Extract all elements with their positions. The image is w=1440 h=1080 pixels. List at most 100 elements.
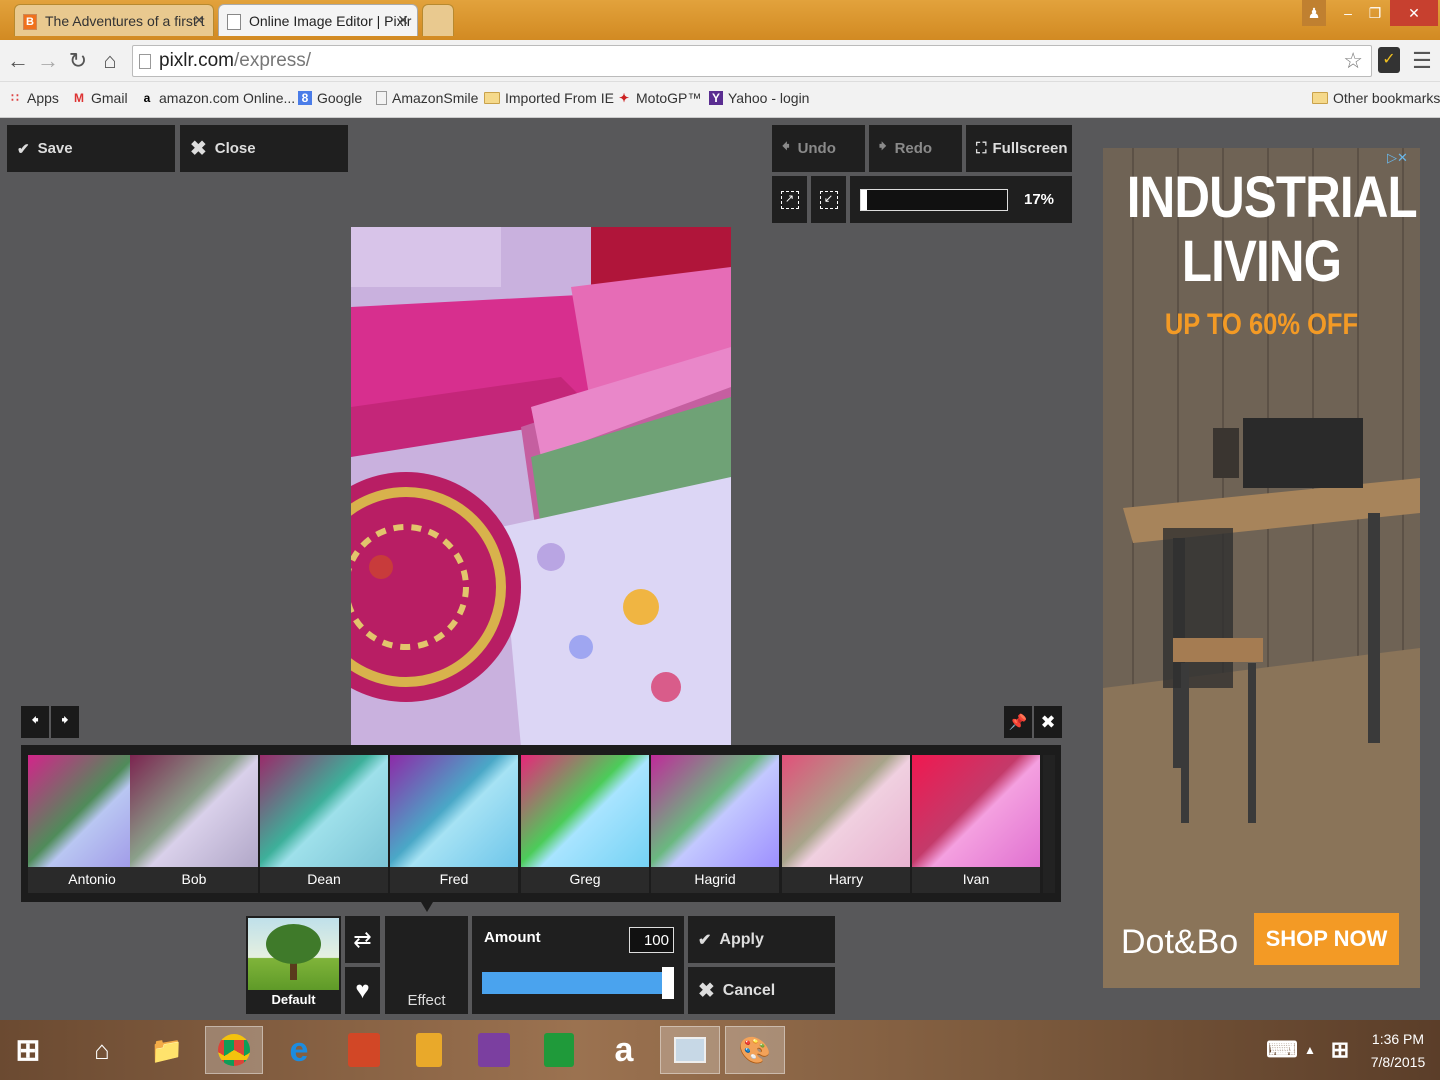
bookmark-amazon[interactable]: a amazon.com Online... [140, 90, 296, 106]
tray-expand-icon[interactable]: ▲ [1300, 1026, 1320, 1074]
store-icon[interactable] [535, 1026, 583, 1074]
home-icon[interactable]: ⌂ [78, 1026, 126, 1074]
shuffle-button[interactable]: ⇄ [345, 916, 380, 963]
shop-now-button[interactable]: SHOP NOW [1254, 913, 1399, 965]
zoom-slider[interactable] [860, 189, 1008, 211]
bookmark-other[interactable]: Other bookmarks [1312, 90, 1440, 106]
advertisement[interactable]: ▷✕ INDUSTRIAL LIVING UP TO 60% OFF Dot&B… [1103, 148, 1420, 988]
bookmark-amazonsmile[interactable]: AmazonSmile [376, 90, 478, 106]
keyboard-icon[interactable]: ⌨ [1258, 1026, 1306, 1074]
thumb-image [912, 755, 1040, 867]
reload-icon[interactable]: ↻ [66, 48, 90, 74]
prev-filters-button[interactable]: 🠸 [21, 706, 49, 738]
bookmark-apps[interactable]: ∷ Apps [8, 90, 59, 106]
extension-icon[interactable]: ✓ [1378, 47, 1400, 73]
taskbar-clock[interactable]: 1:36 PM 7/8/2015 [1358, 1028, 1438, 1074]
gmail-icon: M [74, 91, 84, 105]
check-icon: ✔ [698, 931, 712, 949]
undo-button[interactable]: 🠸 Undo [772, 125, 865, 172]
thumb-image [521, 755, 649, 867]
favorite-button[interactable]: ♥ [345, 967, 380, 1014]
notes-icon[interactable] [405, 1026, 453, 1074]
menu-icon[interactable]: ☰ [1410, 48, 1434, 74]
internet-explorer-icon[interactable]: e [275, 1026, 323, 1074]
amount-slider-handle[interactable] [662, 967, 674, 999]
close-tab-icon[interactable]: ✕ [193, 12, 205, 29]
apply-button[interactable]: ✔ Apply [688, 916, 835, 963]
save-button[interactable]: ✔ Save [7, 125, 175, 172]
user-icon[interactable]: ♟ [1302, 0, 1326, 26]
next-filters-button[interactable]: 🠺 [51, 706, 79, 738]
adchoices-icon[interactable]: ▷✕ [1387, 150, 1408, 166]
windows-tray-icon[interactable]: ⊞ [1322, 1026, 1358, 1074]
address-bar[interactable]: pixlr.com/express/ ☆ [132, 45, 1372, 77]
bookmark-gmail[interactable]: M Gmail [72, 90, 128, 106]
apps-grid-icon: ∷ [11, 91, 19, 105]
arrow-left-icon: 🠸 [31, 711, 39, 729]
filter-label: Dean [307, 871, 341, 887]
tab-pixlr[interactable]: Online Image Editor | Pixlr ✕ [218, 4, 418, 36]
thumb-image [651, 755, 779, 867]
default-label: Default [271, 992, 316, 1007]
url-path: /express/ [233, 50, 312, 71]
zoom-fit-button[interactable]: ↗ [772, 176, 807, 223]
effect-panel[interactable]: Effect [385, 916, 468, 1014]
paint-icon[interactable]: 🎨 [725, 1026, 785, 1074]
home-icon[interactable]: ⌂ [98, 48, 122, 74]
filter-thumb-dean[interactable]: Dean [260, 755, 388, 893]
redo-button[interactable]: 🠺 Redo [869, 125, 962, 172]
default-filter-button[interactable]: Default [246, 916, 341, 1014]
star-icon[interactable]: ☆ [1343, 48, 1363, 74]
amount-slider[interactable] [482, 972, 672, 994]
fullscreen-button[interactable]: ⛶ Fullscreen [966, 125, 1072, 172]
blogger-icon: B [23, 14, 37, 30]
bookmark-google[interactable]: 8 Google [298, 90, 362, 106]
onenote-icon[interactable] [470, 1026, 518, 1074]
filter-label: Ivan [962, 871, 990, 887]
amazon-icon[interactable]: a [600, 1026, 648, 1074]
motogp-icon: ✦ [618, 91, 630, 105]
photo-canvas[interactable] [351, 227, 731, 747]
chrome-icon[interactable] [205, 1026, 263, 1074]
shuffle-icon: ⇄ [353, 926, 372, 952]
windows-start-icon[interactable]: ⊞ [4, 1026, 52, 1074]
arrow-left-icon: 🠸 [782, 138, 790, 155]
page-icon [139, 54, 151, 69]
filter-thumb-ivan[interactable]: Ivan [912, 755, 1040, 893]
filter-thumb-fred[interactable]: Fred [390, 755, 518, 893]
cancel-button[interactable]: ✖ Cancel [688, 967, 835, 1014]
zoom-slider-handle[interactable] [861, 190, 867, 210]
back-icon[interactable]: ← [6, 48, 30, 74]
filter-thumb-bob[interactable]: Bob [130, 755, 258, 893]
x-icon: ✖ [190, 138, 207, 160]
pin-button[interactable]: 📌 [1004, 706, 1032, 738]
bookmark-imported-ie[interactable]: Imported From IE [484, 90, 614, 106]
bookmark-motogp[interactable]: ✦ MotoGP™ [617, 90, 701, 106]
file-explorer-icon[interactable]: 📁 [143, 1026, 191, 1074]
close-tab-icon[interactable]: ✕ [397, 12, 409, 29]
forward-icon[interactable]: → [36, 48, 60, 74]
filter-thumb-greg[interactable]: Greg [521, 755, 649, 893]
filter-thumb-hagrid[interactable]: Hagrid [651, 755, 779, 893]
effect-label: Effect [407, 992, 446, 1009]
close-button[interactable]: ✖ Close [180, 125, 348, 172]
folder-icon [484, 92, 500, 104]
minimize-icon[interactable]: – [1336, 0, 1360, 26]
powerpoint-icon[interactable] [340, 1026, 388, 1074]
close-filters-button[interactable]: ✖ [1034, 706, 1062, 738]
system-monitor-icon[interactable] [660, 1026, 720, 1074]
filter-label: Greg [569, 871, 601, 887]
filter-strip-scroll[interactable] [1043, 755, 1055, 893]
amount-input[interactable]: 100 [629, 927, 674, 953]
tab-label: Online Image Editor | Pixlr [249, 13, 412, 29]
new-tab-button[interactable] [422, 4, 454, 36]
maximize-icon[interactable]: ❐ [1362, 0, 1388, 26]
filter-label: Hagrid [694, 871, 736, 887]
zoom-actual-button[interactable]: ↙ [811, 176, 846, 223]
tab-blog[interactable]: B The Adventures of a first t ✕ [14, 4, 214, 36]
filter-thumb-harry[interactable]: Harry [782, 755, 910, 893]
thumb-image [390, 755, 518, 867]
window-close-icon[interactable]: ✕ [1390, 0, 1438, 26]
zoom-percent: 17% [1024, 191, 1055, 208]
bookmark-yahoo[interactable]: Y Yahoo - login [709, 90, 809, 106]
